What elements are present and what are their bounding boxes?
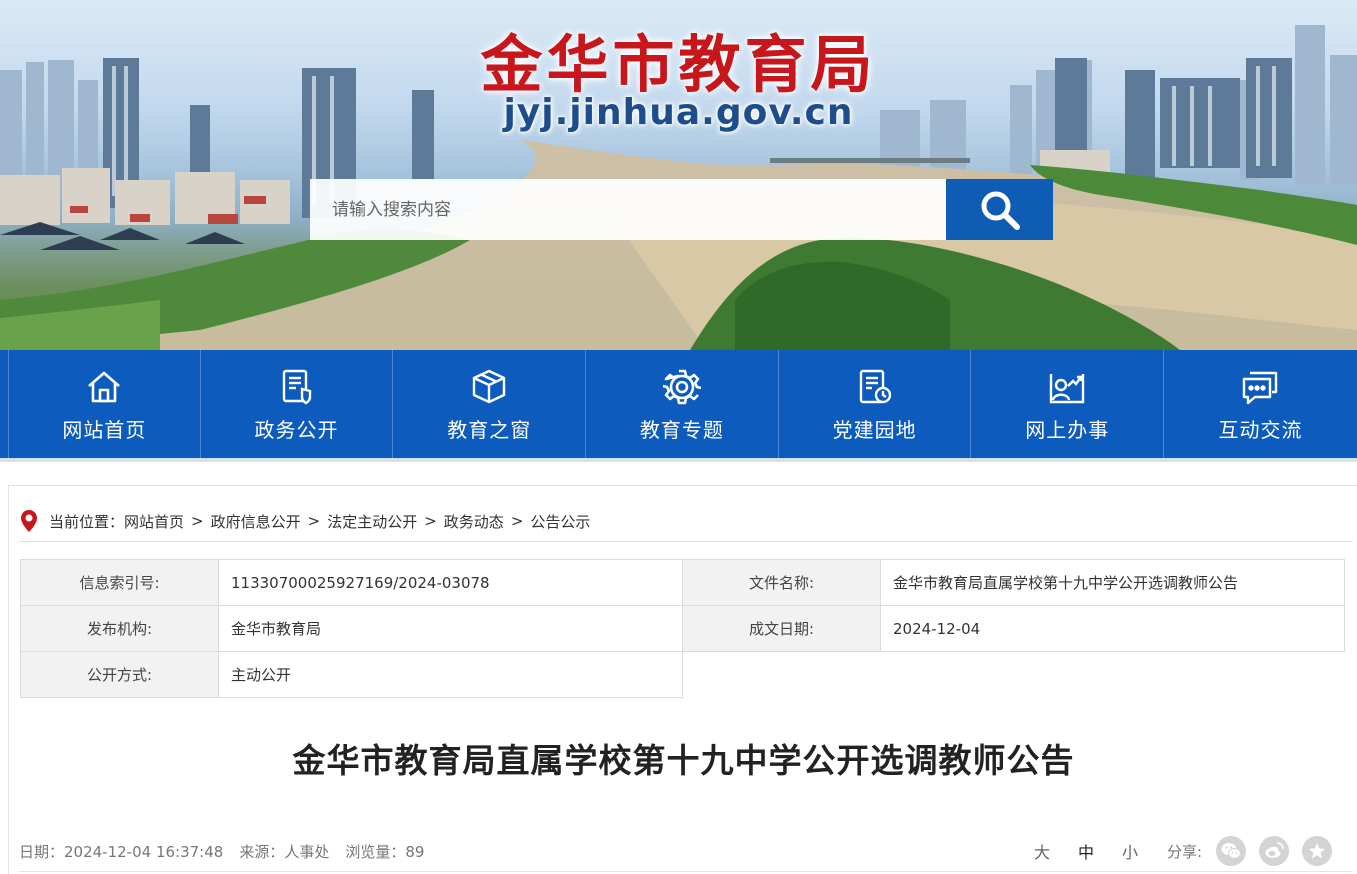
nav-item-gov-affairs[interactable]: 政务公开 [201, 350, 394, 458]
user-chart-icon [1050, 373, 1085, 403]
header-banner: 金华市教育局 jyj.jinhua.gov.cn [0, 0, 1357, 350]
index-no-label: 信息索引号: [20, 559, 219, 606]
nav-item-edu-topics[interactable]: 教育专题 [586, 350, 779, 458]
breadcrumb-separator: > [424, 512, 437, 530]
publish-date: 日期：2024-12-04 16:37:48 [19, 842, 224, 861]
site-title: 金华市教育局 [480, 28, 877, 101]
search-input[interactable] [310, 179, 946, 240]
home-icon [88, 371, 121, 402]
breadcrumb-separator: > [510, 512, 524, 530]
breadcrumb-link-notices[interactable]: 公告公示 [530, 511, 590, 532]
wechat-icon [1221, 843, 1242, 859]
info-table: 信息索引号: 11330700025927169/2024-03078 文件名称… [20, 559, 1345, 698]
breadcrumb: 当前位置： 网站首页 > 政府信息公开 > 法定主动公开 > 政务动态 > 公告… [19, 508, 590, 534]
nav-item-edu-window[interactable]: 教育之窗 [393, 350, 587, 458]
table-row: 公开方式: 主动公开 [20, 651, 1345, 698]
nav-label: 教育专题 [639, 417, 724, 442]
nav-label: 政务公开 [254, 417, 339, 442]
font-size-switcher: 大 中 小 [1034, 838, 1166, 864]
nav-item-interaction[interactable]: 互动交流 [1164, 350, 1357, 458]
search-box [310, 179, 1053, 240]
gear-icon [662, 369, 701, 404]
article-title: 金华市教育局直属学校第十九中学公开选调教师公告 [292, 741, 1075, 780]
breadcrumb-link-statutory[interactable]: 法定主动公开 [327, 511, 417, 532]
publisher-value: 金华市教育局 [218, 605, 683, 652]
date-label: 成文日期: [682, 605, 881, 652]
breadcrumb-link-news[interactable]: 政务动态 [444, 511, 504, 532]
open-mode-label: 公开方式: [20, 651, 219, 698]
share-bar: 分享: [1167, 836, 1345, 866]
font-size-small[interactable]: 小 [1122, 839, 1138, 863]
breadcrumb-separator: > [191, 512, 204, 530]
chat-icon [1243, 371, 1278, 404]
location-pin-icon [21, 510, 37, 532]
share-favorite-button[interactable] [1302, 836, 1333, 866]
breadcrumb-link-home[interactable]: 网站首页 [124, 511, 184, 532]
share-label: 分享: [1167, 842, 1203, 861]
weibo-icon [1265, 842, 1284, 858]
document-shield-icon [282, 369, 311, 404]
search-button[interactable] [946, 179, 1053, 240]
box-icon [473, 369, 506, 403]
divider [19, 871, 1353, 872]
share-wechat-button[interactable] [1216, 836, 1247, 866]
divider [19, 541, 1353, 542]
document-clock-icon [859, 369, 891, 403]
index-no-value: 11330700025927169/2024-03078 [218, 559, 683, 606]
share-weibo-button[interactable] [1259, 836, 1290, 866]
content-panel: 当前位置： 网站首页 > 政府信息公开 > 法定主动公开 > 政务动态 > 公告… [8, 485, 1357, 874]
file-name-label: 文件名称: [682, 559, 881, 606]
nav-item-home[interactable]: 网站首页 [8, 350, 201, 458]
date-value: 2024-12-04 [880, 605, 1345, 652]
site-domain: jyj.jinhua.gov.cn [503, 92, 854, 133]
font-size-medium[interactable]: 中 [1078, 839, 1094, 863]
publisher-label: 发布机构: [20, 605, 219, 652]
nav-label: 党建园地 [832, 417, 917, 442]
breadcrumb-prefix: 当前位置： [49, 512, 125, 531]
open-mode-value: 主动公开 [218, 651, 683, 698]
view-count: 浏览量：89 [345, 842, 425, 861]
nav-item-party-building[interactable]: 党建园地 [779, 350, 972, 458]
nav-label: 互动交流 [1218, 417, 1303, 442]
main-nav: 网站首页 政务公开 教育之窗 教育专题 党建园地 网上办事 互动交流 [0, 350, 1357, 462]
breadcrumb-link-gov-info[interactable]: 政府信息公开 [211, 511, 301, 532]
search-icon [981, 191, 1020, 230]
font-size-large[interactable]: 大 [1034, 839, 1050, 863]
nav-item-online-service[interactable]: 网上办事 [971, 350, 1165, 458]
table-row: 信息索引号: 11330700025927169/2024-03078 文件名称… [20, 559, 1345, 606]
favorite-icon [1309, 843, 1326, 859]
file-name-value: 金华市教育局直属学校第十九中学公开选调教师公告 [880, 559, 1345, 606]
breadcrumb-separator: > [307, 512, 321, 530]
table-blank-cell [682, 651, 1345, 698]
nav-label: 网上办事 [1025, 417, 1110, 442]
nav-label: 教育之窗 [447, 417, 532, 442]
nav-label: 网站首页 [62, 417, 147, 442]
article-info-bar: 日期：2024-12-04 16:37:48 来源：人事处 浏览量：89 大 中… [19, 836, 1353, 866]
table-row: 发布机构: 金华市教育局 成文日期: 2024-12-04 [20, 605, 1345, 652]
article-source: 来源：人事处 [239, 842, 330, 861]
